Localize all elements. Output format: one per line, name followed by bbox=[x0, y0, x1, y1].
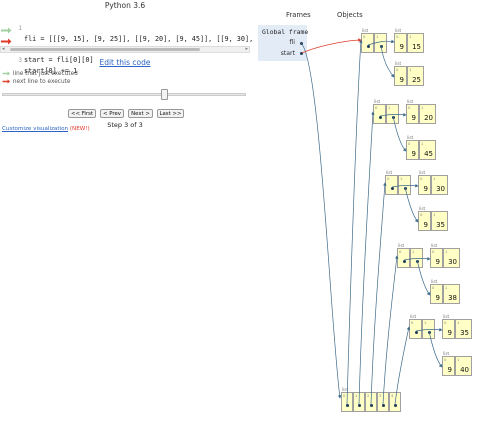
arrow bbox=[382, 255, 399, 405]
reference-arrows bbox=[300, 38, 443, 405]
arrow bbox=[415, 327, 443, 332]
arrow bbox=[394, 326, 411, 405]
arrow bbox=[358, 111, 375, 405]
arrow bbox=[404, 186, 419, 223]
arrow bbox=[416, 259, 431, 296]
arrow bbox=[346, 39, 363, 405]
arrow bbox=[392, 115, 407, 152]
arrow bbox=[428, 330, 443, 368]
arrow bbox=[300, 42, 342, 399]
arrow bbox=[391, 183, 419, 188]
arrow bbox=[403, 256, 431, 261]
arrow bbox=[370, 182, 387, 405]
arrow bbox=[379, 112, 407, 117]
arrow bbox=[367, 39, 395, 46]
start-arrow bbox=[301, 38, 362, 54]
arrow bbox=[380, 44, 395, 78]
